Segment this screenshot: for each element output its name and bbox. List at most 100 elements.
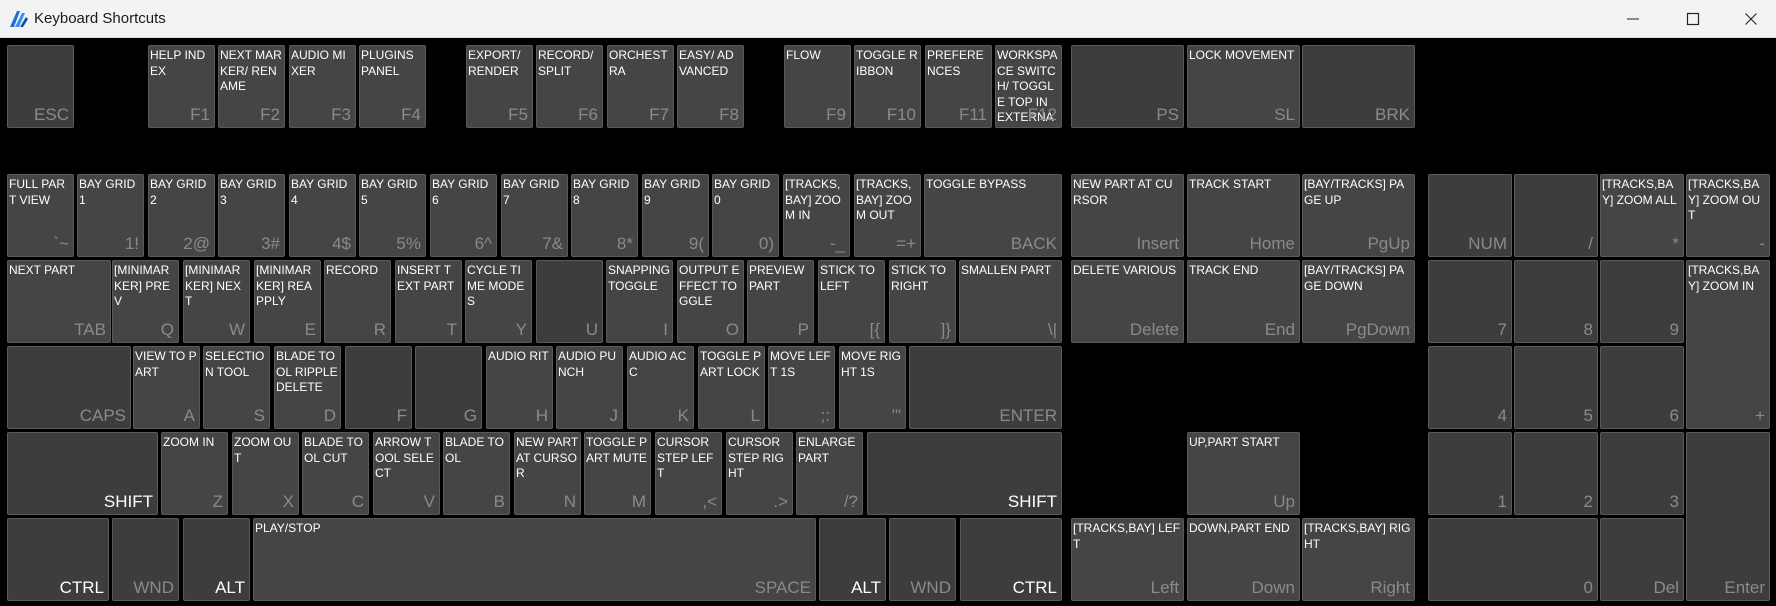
key-f[interactable]: F [345,346,412,429]
key-p[interactable]: PREVIEW PART P [747,260,814,343]
key-k[interactable]: AUDIO ACC K [627,346,694,429]
key-f3[interactable]: AUDIO MIXER F3 [289,45,356,128]
key-num8[interactable]: 8 [1514,260,1598,343]
key-right[interactable]: [TRACKS,BAY] RIGHT Right [1302,518,1415,601]
key-d[interactable]: BLADE TOOL RIPPLE DELETE D [274,346,341,429]
key-left[interactable]: [TRACKS,BAY] LEFT Left [1071,518,1184,601]
key-insert[interactable]: NEW PART AT CURSOR Insert [1071,174,1184,257]
key-delete[interactable]: DELETE VARIOUS Delete [1071,260,1184,343]
key-z[interactable]: ZOOM IN Z [161,432,228,515]
key-l[interactable]: TOGGLE PART LOCK L [698,346,765,429]
key-f10[interactable]: TOGGLE RIBBON F10 [854,45,921,128]
key-s[interactable]: SELECTION TOOL S [203,346,270,429]
key-pgup[interactable]: [BAY/TRACKS] PAGE UP PgUp [1302,174,1415,257]
key-y[interactable]: CYCLE TIME MODES Y [465,260,532,343]
key-esc[interactable]: ESC [7,45,74,128]
key-rctrl[interactable]: CTRL [960,518,1062,601]
key-quote[interactable]: MOVE RIGHT 1S '" [839,346,906,429]
key-rbracket[interactable]: STICK TO RIGHT]} [889,260,956,343]
key-f12[interactable]: WORKSPACE SWITCH/ TOGGLE TOP IN EXTERNAL… [995,45,1062,128]
key-rshift[interactable]: SHIFT [867,432,1062,515]
key-g[interactable]: G [415,346,482,429]
key-q[interactable]: [MINIMARKER] PREV Q [112,260,179,343]
key-j[interactable]: AUDIO PUNCH J [556,346,623,429]
key-numdel[interactable]: Del [1600,518,1684,601]
key-n[interactable]: NEW PART AT CURSOR N [514,432,581,515]
key-h[interactable]: AUDIO RIT H [486,346,553,429]
key-w[interactable]: [MINIMARKER] NEXT W [183,260,250,343]
key-num4[interactable]: 4 [1428,346,1512,429]
key-0[interactable]: BAY GRID 0 0) [712,174,779,257]
key-lctrl[interactable]: CTRL [7,518,109,601]
key-rwnd[interactable]: WND [889,518,956,601]
key-num5[interactable]: 5 [1514,346,1598,429]
key-f2[interactable]: NEXT MARKER/ RENAME F2 [218,45,285,128]
key-num2[interactable]: 2 [1514,432,1598,515]
key-backslash[interactable]: SMALLEN PART \| [959,260,1062,343]
key-back[interactable]: TOGGLE BYPASS BACK [924,174,1062,257]
key-lbracket[interactable]: STICK TO LEFT [{ [818,260,885,343]
key-num0[interactable]: 0 [1428,518,1598,601]
key-2[interactable]: BAY GRID 2 2@ [148,174,215,257]
key-num7[interactable]: 7 [1428,260,1512,343]
key-brk[interactable]: BRK [1302,45,1415,128]
key-u[interactable]: U [536,260,603,343]
key-o[interactable]: OUTPUT EFFECT TOGGLE O [677,260,744,343]
key-numdiv[interactable]: / [1514,174,1598,257]
key-f9[interactable]: FLOW F9 [784,45,851,128]
key-ps[interactable]: PS [1071,45,1184,128]
key-grave[interactable]: FULL PART VIEW `~ [7,174,74,257]
key-tab[interactable]: NEXT PART TAB [7,260,111,343]
key-pgdown[interactable]: [BAY/TRACKS] PAGE DOWN PgDown [1302,260,1415,343]
key-f5[interactable]: EXPORT/ RENDER F5 [466,45,533,128]
key-equals[interactable]: [TRACKS,BAY] ZOOM OUT =+ [854,174,921,257]
key-down[interactable]: DOWN,PART END Down [1187,518,1300,601]
key-ralt[interactable]: ALT [819,518,886,601]
key-lalt[interactable]: ALT [183,518,250,601]
key-r[interactable]: RECORD R [324,260,391,343]
key-a[interactable]: VIEW TO PART A [133,346,200,429]
key-num[interactable]: NUM [1428,174,1512,257]
key-num3[interactable]: 3 [1600,432,1684,515]
key-b[interactable]: BLADE TOOL B [443,432,510,515]
key-f6[interactable]: RECORD/ SPLIT F6 [536,45,603,128]
key-1[interactable]: BAY GRID 1 1! [77,174,144,257]
key-v[interactable]: ARROW TOOL SELECT V [373,432,440,515]
key-lwnd[interactable]: WND [112,518,179,601]
close-button[interactable] [1728,0,1774,38]
key-x[interactable]: ZOOM OUT X [232,432,299,515]
key-9[interactable]: BAY GRID 9 9( [642,174,709,257]
key-f7[interactable]: ORCHESTRA F7 [607,45,674,128]
key-comma[interactable]: CURSOR STEP LEFT ,< [655,432,722,515]
key-minus[interactable]: [TRACKS,BAY] ZOOM IN -_ [783,174,850,257]
key-period[interactable]: CURSOR STEP RIGHT .> [726,432,793,515]
key-4[interactable]: BAY GRID 4 4$ [289,174,356,257]
key-f4[interactable]: PLUGINS PANEL F4 [359,45,426,128]
key-semicolon[interactable]: MOVE LEFT 1S;: [768,346,835,429]
key-caps[interactable]: CAPS [7,346,131,429]
key-i[interactable]: SNAPPING TOGGLE I [606,260,673,343]
key-num9[interactable]: 9 [1600,260,1684,343]
key-slash[interactable]: ENLARGE PART /? [796,432,863,515]
key-f11[interactable]: PREFERENCES F11 [925,45,992,128]
key-sl[interactable]: LOCK MOVEMENT SL [1187,45,1300,128]
key-6[interactable]: BAY GRID 6 6^ [430,174,497,257]
key-numenter[interactable]: Enter [1686,432,1770,601]
key-c[interactable]: BLADE TOOL CUT C [302,432,369,515]
key-home[interactable]: TRACK START Home [1187,174,1300,257]
key-num1[interactable]: 1 [1428,432,1512,515]
key-numadd[interactable]: [TRACKS,BAY] ZOOM IN + [1686,260,1770,429]
key-up[interactable]: UP,PART START Up [1187,432,1300,515]
maximize-button[interactable] [1670,0,1716,38]
key-7[interactable]: BAY GRID 7 7& [501,174,568,257]
key-f1[interactable]: HELP INDEX F1 [148,45,215,128]
key-end[interactable]: TRACK END End [1187,260,1300,343]
key-m[interactable]: TOGGLE PART MUTE M [584,432,651,515]
key-enter[interactable]: ENTER [909,346,1062,429]
key-3[interactable]: BAY GRID 3 3# [218,174,285,257]
key-nummul[interactable]: [TRACKS,BAY] ZOOM ALL * [1600,174,1684,257]
key-space[interactable]: PLAY/STOP SPACE [253,518,816,601]
key-t[interactable]: INSERT TEXT PART T [395,260,462,343]
key-num6[interactable]: 6 [1600,346,1684,429]
minimize-button[interactable] [1610,0,1656,38]
